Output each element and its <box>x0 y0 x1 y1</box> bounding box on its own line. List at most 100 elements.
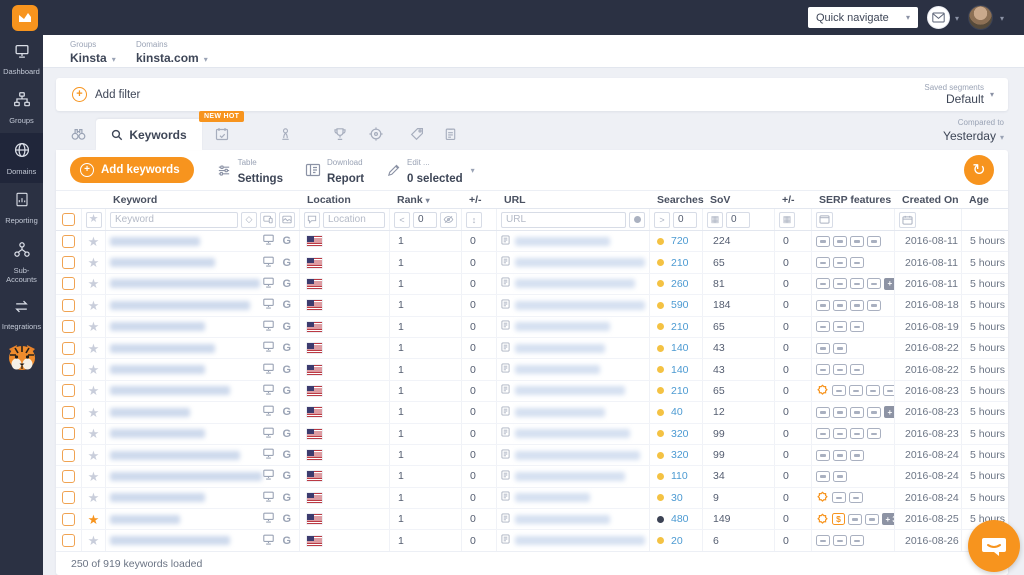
searches-value[interactable]: 210 <box>671 321 689 333</box>
add-keywords-button[interactable]: + Add keywords <box>70 157 194 183</box>
add-filter-button[interactable]: + Add filter <box>72 87 140 102</box>
url-cell[interactable] <box>497 466 650 486</box>
header-serp-features[interactable]: SERP features <box>812 194 895 206</box>
greater-than-icon[interactable]: > <box>654 212 670 228</box>
tiger-mascot-logo[interactable] <box>0 343 43 375</box>
url-cell[interactable] <box>497 402 650 422</box>
grid-icon[interactable]: ▦ <box>707 212 723 228</box>
searches-value[interactable]: 320 <box>671 449 689 461</box>
keyword-cell[interactable]: G <box>106 445 300 465</box>
sidebar-item-integrations[interactable]: Integrations <box>0 291 43 338</box>
keyword-cell[interactable]: G <box>106 402 300 422</box>
keyword-cell[interactable]: G <box>106 295 300 315</box>
searches-value[interactable]: 210 <box>671 257 689 269</box>
header-rank[interactable]: Rank ▾ <box>390 194 462 206</box>
url-filter-input[interactable] <box>501 212 626 228</box>
row-star[interactable]: ★ <box>88 513 100 526</box>
header-location[interactable]: Location <box>300 194 390 206</box>
table-settings-button[interactable]: Table Settings <box>216 153 283 187</box>
url-cell[interactable] <box>497 317 650 337</box>
keyword-cell[interactable]: G <box>106 274 300 294</box>
engine-filter-button[interactable] <box>279 212 295 228</box>
select-all-checkbox[interactable] <box>62 213 75 226</box>
sidebar-item-groups[interactable]: Groups <box>0 83 43 132</box>
compared-to-dropdown[interactable]: Compared to Yesterday▾ <box>943 118 1004 145</box>
searches-value[interactable]: 720 <box>671 235 689 247</box>
edit-selected-button[interactable]: Edit ... 0 selected ▾ <box>386 153 475 187</box>
row-star[interactable]: ★ <box>88 470 100 483</box>
url-cell[interactable] <box>497 381 650 401</box>
url-cell[interactable] <box>497 488 650 508</box>
header-created-on[interactable]: Created On <box>895 194 962 206</box>
row-star[interactable]: ★ <box>88 256 100 269</box>
groups-selector[interactable]: Groups Kinsta▾ <box>70 40 116 67</box>
keyword-cell[interactable]: G <box>106 338 300 358</box>
searches-value[interactable]: 110 <box>671 470 688 482</box>
app-logo[interactable] <box>12 5 38 31</box>
searches-value[interactable]: 30 <box>671 492 683 504</box>
keyword-cell[interactable]: G <box>106 530 300 550</box>
mail-chevron-icon[interactable]: ▾ <box>955 14 959 23</box>
header-sov[interactable]: SoV <box>703 194 775 206</box>
row-star[interactable]: ★ <box>88 491 100 504</box>
header-change2[interactable]: +/- <box>775 194 812 206</box>
searches-value[interactable]: 140 <box>671 342 689 354</box>
dot-filter-button[interactable] <box>629 212 645 228</box>
row-checkbox[interactable] <box>62 299 75 312</box>
sidebar-item-sub-accounts[interactable]: Sub-Accounts <box>0 233 43 292</box>
tab-keywords[interactable]: Keywords <box>96 119 202 150</box>
domains-selector[interactable]: Domains kinsta.com▾ <box>136 40 208 67</box>
tab-tags-icon[interactable] <box>409 126 425 147</box>
url-cell[interactable] <box>497 424 650 444</box>
url-cell[interactable] <box>497 295 650 315</box>
keyword-cell[interactable]: G <box>106 317 300 337</box>
tab-competitors-pawn-icon[interactable] <box>278 126 293 147</box>
refresh-button[interactable]: ↻ <box>964 155 994 185</box>
row-star[interactable]: ★ <box>88 320 100 333</box>
star-filter-button[interactable]: ★ <box>86 212 102 228</box>
sidebar-item-reporting[interactable]: Reporting <box>0 183 43 232</box>
tab-landing-pages-target-icon[interactable] <box>368 126 384 147</box>
row-checkbox[interactable] <box>62 320 75 333</box>
searches-value[interactable]: 140 <box>671 364 689 376</box>
browser-filter-icon[interactable] <box>816 212 833 228</box>
url-cell[interactable] <box>497 231 650 251</box>
sidebar-item-domains[interactable]: Domains <box>0 133 43 183</box>
url-cell[interactable] <box>497 274 650 294</box>
overview-binoculars-icon[interactable] <box>70 126 87 146</box>
keyword-cell[interactable]: G <box>106 466 300 486</box>
tab-notes-calendar-icon[interactable] <box>214 126 230 147</box>
row-star[interactable]: ★ <box>88 449 100 462</box>
updown-arrows-icon[interactable]: ↕ <box>466 212 482 228</box>
row-star[interactable]: ★ <box>88 363 100 376</box>
download-report-button[interactable]: Download Report <box>305 153 364 187</box>
sov-filter-input[interactable] <box>726 212 750 228</box>
row-checkbox[interactable] <box>62 363 75 376</box>
row-checkbox[interactable] <box>62 277 75 290</box>
avatar-chevron-icon[interactable]: ▾ <box>1000 14 1004 23</box>
row-star[interactable]: ★ <box>88 235 100 248</box>
row-checkbox[interactable] <box>62 235 75 248</box>
location-filter-input[interactable] <box>323 212 385 228</box>
mail-button[interactable] <box>927 6 950 29</box>
keyword-cell[interactable]: G <box>106 231 300 251</box>
keyword-cell[interactable]: G <box>106 509 300 529</box>
searches-value[interactable]: 40 <box>671 406 683 418</box>
row-star[interactable]: ★ <box>88 299 100 312</box>
row-checkbox[interactable] <box>62 427 75 440</box>
row-checkbox[interactable] <box>62 491 75 504</box>
searches-filter-input[interactable] <box>673 212 697 228</box>
row-checkbox[interactable] <box>62 534 75 547</box>
row-checkbox[interactable] <box>62 256 75 269</box>
header-age[interactable]: Age <box>962 194 1008 206</box>
searches-value[interactable]: 590 <box>671 299 689 311</box>
row-checkbox[interactable] <box>62 470 75 483</box>
header-url[interactable]: URL <box>497 194 650 206</box>
keyword-cell[interactable]: G <box>106 381 300 401</box>
header-keyword[interactable]: Keyword <box>106 194 300 206</box>
url-cell[interactable] <box>497 530 650 550</box>
grid-icon[interactable]: ▦ <box>779 212 795 228</box>
calendar-filter-icon[interactable] <box>899 212 916 228</box>
searches-value[interactable]: 480 <box>671 513 689 525</box>
keyword-cell[interactable]: G <box>106 424 300 444</box>
